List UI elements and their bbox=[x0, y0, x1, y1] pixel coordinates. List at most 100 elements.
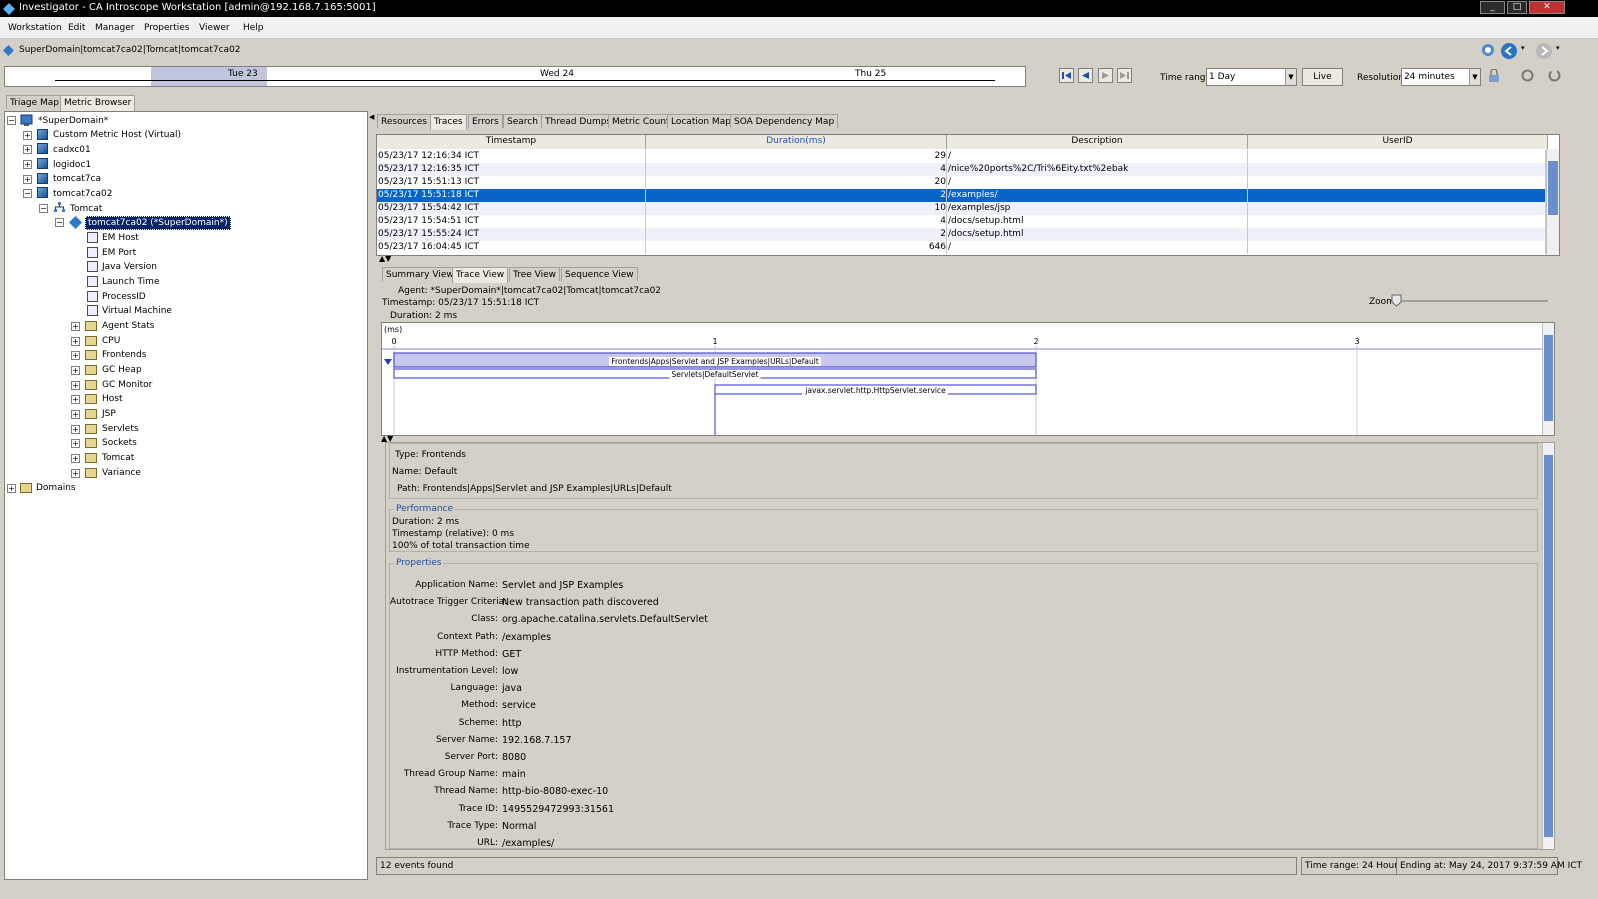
tab-triage-map[interactable]: Triage Map bbox=[6, 95, 63, 109]
expand-icon[interactable]: + bbox=[71, 322, 80, 331]
last-button[interactable] bbox=[1117, 68, 1132, 83]
table-row[interactable]: 05/23/17 15:54:51 ICT 4 /docs/setup.html bbox=[377, 215, 1546, 228]
expand-icon[interactable]: + bbox=[71, 469, 80, 478]
tab-location-map[interactable]: Location Map bbox=[667, 114, 735, 128]
menu-manager[interactable]: Manager bbox=[95, 23, 134, 33]
menu-help[interactable]: Help bbox=[243, 23, 264, 33]
expand-icon[interactable]: + bbox=[23, 131, 32, 140]
tree-node-tomcat-folder[interactable]: Tomcat bbox=[102, 453, 134, 463]
collapse-icon[interactable]: − bbox=[39, 204, 48, 213]
detail-scrollbar[interactable] bbox=[1542, 443, 1554, 849]
lock-icon[interactable] bbox=[1488, 69, 1500, 83]
menu-viewer[interactable]: Viewer bbox=[199, 23, 230, 33]
timeline-slider[interactable]: Tue 23 Wed 24 Thu 25 bbox=[4, 66, 1026, 87]
table-scrollbar[interactable] bbox=[1546, 149, 1559, 255]
expand-icon[interactable]: + bbox=[7, 484, 16, 493]
tree-node-variance[interactable]: Variance bbox=[102, 468, 141, 478]
tab-metric-browser[interactable]: Metric Browser bbox=[60, 95, 136, 111]
zoom-handle[interactable] bbox=[1391, 294, 1402, 307]
tab-summary-view[interactable]: Summary View bbox=[382, 267, 458, 281]
column-header-userid[interactable]: UserID bbox=[1248, 135, 1548, 149]
table-row[interactable]: 05/23/17 12:16:35 ICT 4 /nice%20ports%2C… bbox=[377, 163, 1546, 176]
tree-node-jsp[interactable]: JSP bbox=[102, 409, 116, 419]
trace-scrollbar[interactable] bbox=[1542, 323, 1554, 435]
tree-node-custom-metric-host[interactable]: Custom Metric Host (Virtual) bbox=[53, 130, 181, 140]
tab-tree-view[interactable]: Tree View bbox=[509, 267, 560, 281]
scrollbar-thumb[interactable] bbox=[1544, 335, 1553, 421]
column-header-timestamp[interactable]: Timestamp bbox=[377, 135, 646, 149]
collapse-icon[interactable]: − bbox=[7, 116, 16, 125]
tab-thread-dumps[interactable]: Thread Dumps bbox=[541, 114, 616, 128]
expand-icon[interactable]: + bbox=[23, 145, 32, 154]
tree-node-tomcat[interactable]: Tomcat bbox=[70, 204, 102, 214]
expand-icon[interactable]: + bbox=[71, 410, 80, 419]
tree-node-cpu[interactable]: CPU bbox=[102, 336, 120, 346]
minimize-button[interactable]: _ bbox=[1480, 1, 1505, 14]
chevron-down-icon[interactable]: ▼ bbox=[1469, 69, 1480, 85]
menu-edit[interactable]: Edit bbox=[68, 23, 85, 33]
tree-node-agent-stats[interactable]: Agent Stats bbox=[102, 321, 154, 331]
collapse-icon[interactable]: − bbox=[23, 189, 32, 198]
expand-icon[interactable]: + bbox=[71, 337, 80, 346]
tree-node-agent-selected[interactable]: tomcat7ca02 (*SuperDomain*) bbox=[85, 216, 231, 230]
tab-sequence-view[interactable]: Sequence View bbox=[561, 267, 638, 281]
expand-icon[interactable]: + bbox=[71, 381, 80, 390]
tree-node-tomcat7ca02[interactable]: tomcat7ca02 bbox=[53, 189, 112, 199]
back-icon[interactable] bbox=[1500, 42, 1518, 60]
first-button[interactable] bbox=[1059, 68, 1074, 83]
tree-node-processid[interactable]: ProcessID bbox=[102, 292, 146, 302]
expand-icon[interactable]: + bbox=[71, 366, 80, 375]
time-range-select[interactable]: 1 Day ▼ bbox=[1206, 68, 1297, 86]
forward-icon[interactable] bbox=[1535, 42, 1553, 60]
tab-traces[interactable]: Traces bbox=[430, 114, 467, 130]
tree-node-em-host[interactable]: EM Host bbox=[102, 233, 139, 243]
settings-icon[interactable] bbox=[1521, 69, 1534, 82]
tree-node-domains[interactable]: Domains bbox=[36, 483, 76, 493]
tab-trace-view[interactable]: Trace View bbox=[452, 267, 509, 283]
expand-icon[interactable]: + bbox=[71, 351, 80, 360]
tab-errors[interactable]: Errors bbox=[468, 114, 503, 128]
tree-node-servlets[interactable]: Servlets bbox=[102, 424, 139, 434]
expand-icon[interactable]: + bbox=[71, 439, 80, 448]
tab-soa-dependency-map[interactable]: SOA Dependency Map bbox=[730, 114, 839, 128]
resolution-select[interactable]: 24 minutes ▼ bbox=[1401, 68, 1481, 86]
maximize-button[interactable]: □ bbox=[1507, 1, 1527, 14]
previous-button[interactable] bbox=[1078, 68, 1093, 83]
expand-icon[interactable]: + bbox=[71, 454, 80, 463]
scrollbar-thumb[interactable] bbox=[1544, 455, 1553, 837]
table-row[interactable]: 05/23/17 16:04:45 ICT 646 / bbox=[377, 241, 1546, 254]
table-row[interactable]: 05/23/17 15:51:13 ICT 20 / bbox=[377, 176, 1546, 189]
table-row-selected[interactable]: 05/23/17 15:51:18 ICT 2 /examples/ bbox=[377, 189, 1546, 202]
menu-workstation[interactable]: Workstation bbox=[8, 23, 62, 33]
tab-search[interactable]: Search bbox=[503, 114, 542, 128]
menu-properties[interactable]: Properties bbox=[144, 23, 189, 33]
next-button[interactable] bbox=[1098, 68, 1113, 83]
chevron-down-icon[interactable]: ▼ bbox=[1285, 69, 1296, 85]
splitter[interactable]: ◀ bbox=[368, 111, 375, 880]
table-row[interactable]: 05/23/17 12:16:34 ICT 29 / bbox=[377, 150, 1546, 163]
table-row[interactable]: 05/23/17 15:55:24 ICT 2 /docs/setup.html bbox=[377, 228, 1546, 241]
collapse-left-icon[interactable]: ◀ bbox=[369, 113, 374, 121]
tree-node-sockets[interactable]: Sockets bbox=[102, 438, 137, 448]
tree-node-superdomain[interactable]: *SuperDomain* bbox=[38, 116, 108, 126]
expand-icon[interactable]: + bbox=[23, 160, 32, 169]
tree-node-gc-monitor[interactable]: GC Monitor bbox=[102, 380, 152, 390]
collapse-icon[interactable]: − bbox=[55, 218, 64, 227]
tree-node-em-port[interactable]: EM Port bbox=[102, 248, 136, 258]
zoom-slider[interactable] bbox=[1396, 300, 1548, 302]
forward-menu-icon[interactable]: ▾ bbox=[1556, 44, 1560, 52]
expand-icon[interactable]: + bbox=[23, 175, 32, 184]
refresh-icon[interactable] bbox=[1548, 69, 1561, 82]
expand-icon[interactable]: + bbox=[71, 395, 80, 404]
close-button[interactable]: ✕ bbox=[1529, 1, 1565, 14]
tree-node-host[interactable]: Host bbox=[102, 394, 123, 404]
network-icon[interactable] bbox=[1480, 42, 1496, 58]
tab-resources[interactable]: Resources bbox=[377, 114, 431, 128]
tree-node-launch-time[interactable]: Launch Time bbox=[102, 277, 159, 287]
column-header-duration[interactable]: Duration(ms) bbox=[646, 135, 947, 149]
tree-node-cadxc01[interactable]: cadxc01 bbox=[53, 145, 91, 155]
live-button[interactable]: Live bbox=[1302, 68, 1343, 86]
back-menu-icon[interactable]: ▾ bbox=[1521, 44, 1525, 52]
tree-node-tomcat7ca[interactable]: tomcat7ca bbox=[53, 174, 101, 184]
tree-node-logidoc1[interactable]: logidoc1 bbox=[53, 160, 91, 170]
